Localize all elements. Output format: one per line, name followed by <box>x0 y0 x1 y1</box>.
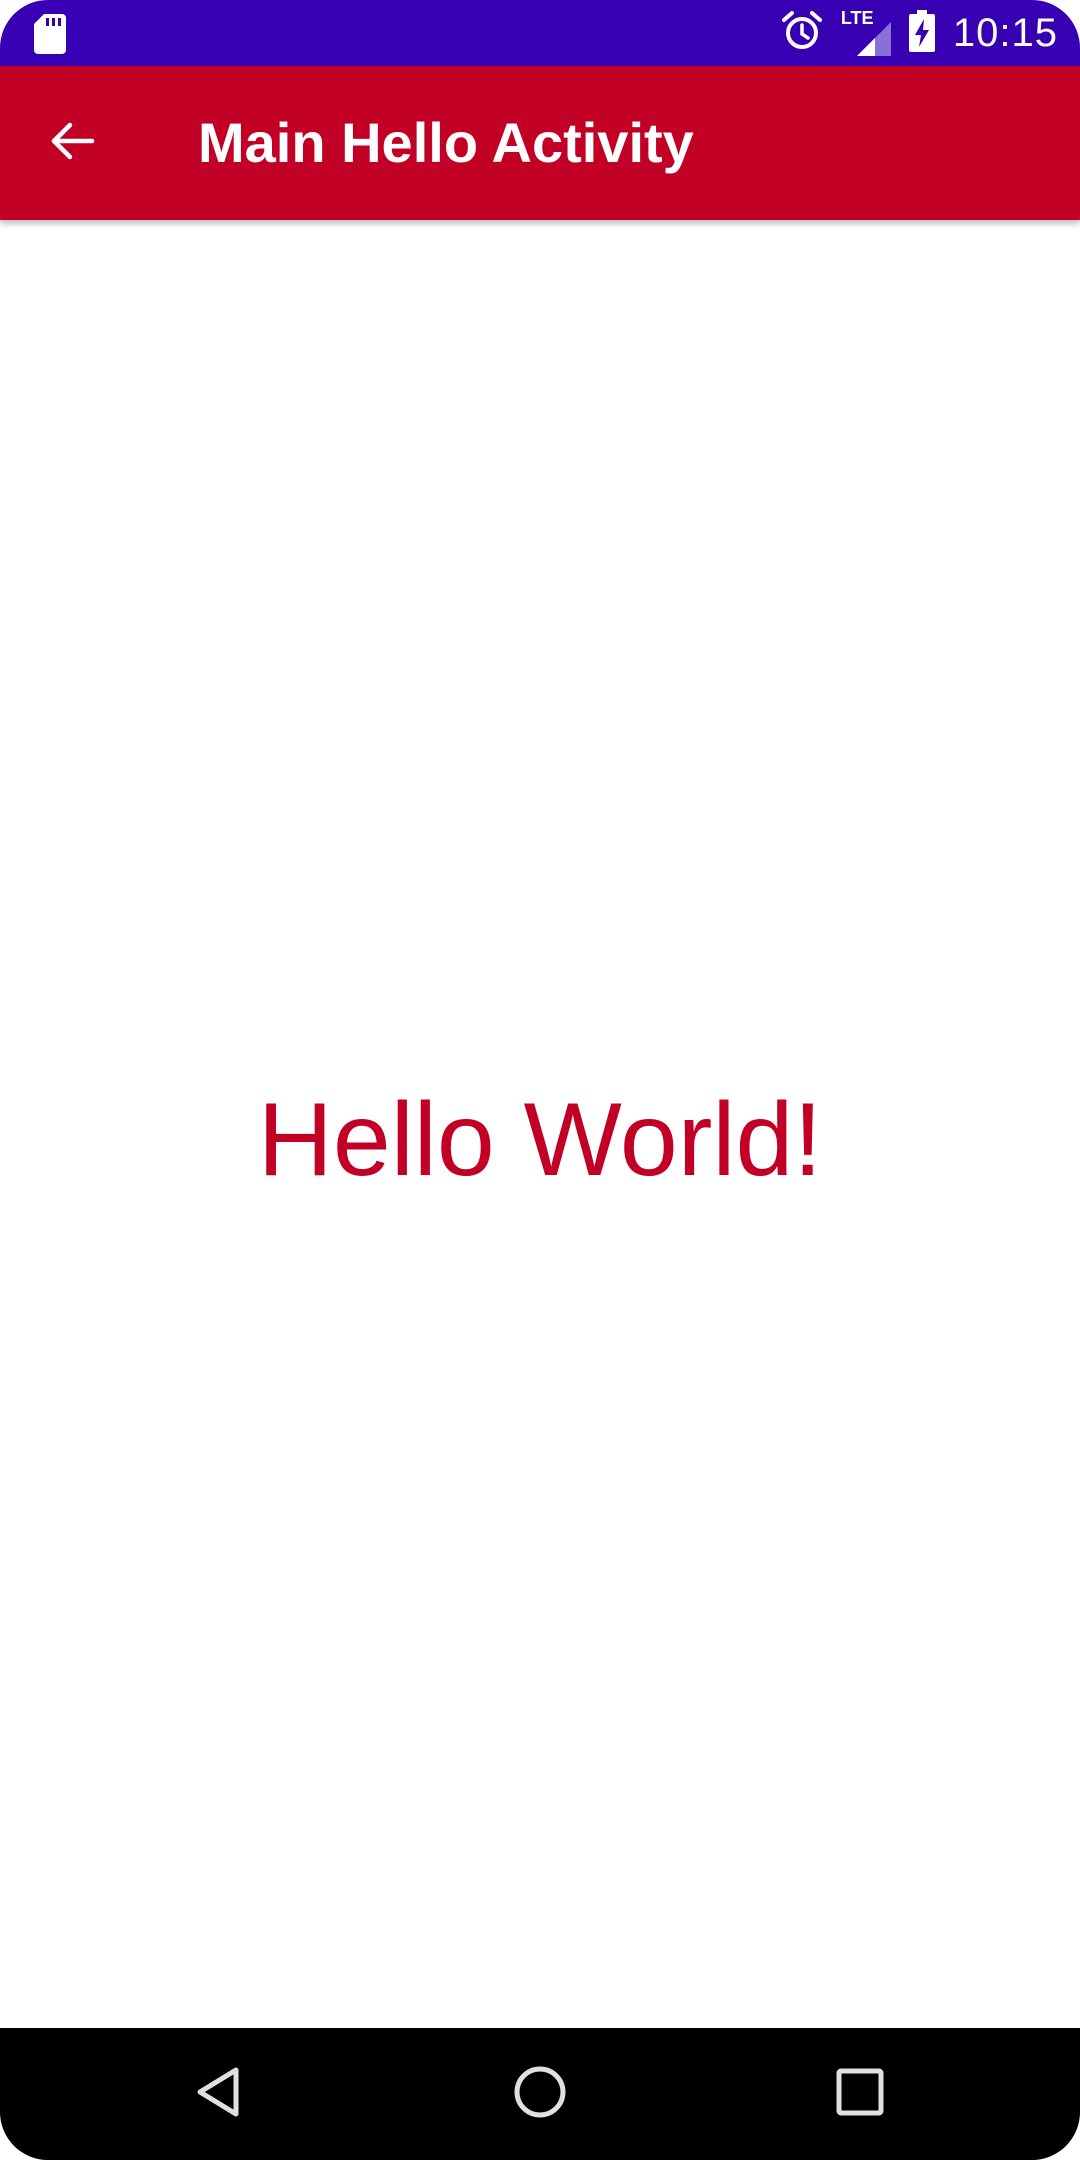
arrow-back-icon <box>48 117 96 170</box>
page-title: Main Hello Activity <box>198 111 694 174</box>
status-icons: LTE 10:15 <box>781 0 1058 66</box>
nav-recents-icon <box>834 2066 886 2123</box>
main-content: Hello World! <box>0 220 1080 2028</box>
battery-charging-icon <box>908 9 935 57</box>
nav-recents-button[interactable] <box>820 2054 900 2134</box>
hello-world-text: Hello World! <box>257 1081 823 1198</box>
back-button[interactable] <box>40 111 104 175</box>
sd-card-icon <box>34 14 66 54</box>
status-bar: LTE 10:15 <box>0 0 1080 66</box>
nav-home-icon <box>512 2064 568 2125</box>
status-time: 10:15 <box>952 10 1058 55</box>
nav-back-button[interactable] <box>180 2054 260 2134</box>
lte-signal-icon: LTE <box>841 8 891 56</box>
nav-home-button[interactable] <box>500 2054 580 2134</box>
alarm-icon <box>781 10 823 57</box>
nav-back-icon <box>192 2064 248 2125</box>
navigation-bar <box>0 2028 1080 2160</box>
app-bar: Main Hello Activity <box>0 66 1080 220</box>
screen: LTE 10:15 Main Hello Activity Hello Worl… <box>0 0 1080 2160</box>
